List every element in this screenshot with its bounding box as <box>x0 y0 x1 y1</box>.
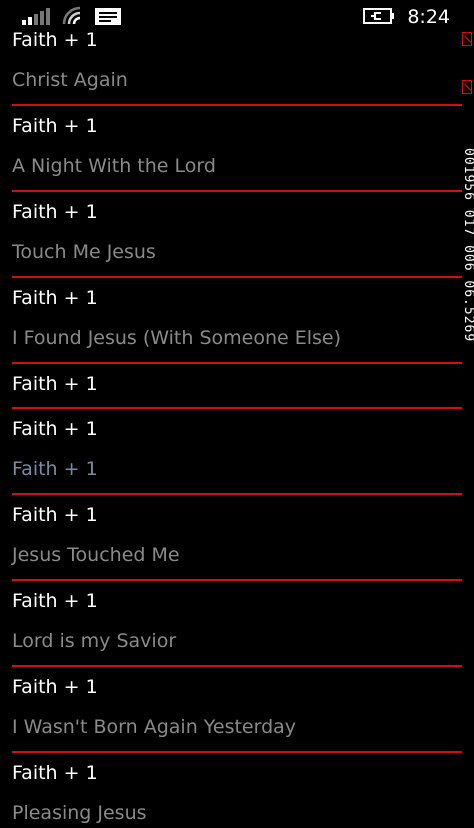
song-title: Touch Me Jesus <box>12 241 156 263</box>
song-title: Lord is my Savior <box>12 630 177 652</box>
song-artist: Faith + 1 <box>12 115 98 137</box>
song-artist: Faith + 1 <box>12 287 98 309</box>
separator <box>12 190 462 192</box>
song-artist: Faith + 1 <box>12 504 98 526</box>
song-title: I Found Jesus (With Someone Else) <box>12 327 342 349</box>
list-item[interactable]: Faith + 1 <box>0 369 462 399</box>
song-artist: Faith + 1 <box>12 418 98 440</box>
song-title: I Wasn't Born Again Yesterday <box>12 716 297 738</box>
song-title: Pleasing Jesus <box>12 802 147 824</box>
separator <box>12 751 462 753</box>
song-artist: Faith + 1 <box>12 201 98 223</box>
song-list[interactable]: Faith + 1 Christ Again Faith + 1 A Night Wi… <box>0 25 474 828</box>
song-title: A Night With the Lord <box>12 155 216 177</box>
separator <box>12 276 462 278</box>
list-item[interactable]: Faith + 1 I Found Jesus (With Someone Els… <box>0 283 462 353</box>
separator <box>12 579 462 581</box>
list-item[interactable]: Faith + 1 A Night With the Lord <box>0 111 462 181</box>
message-icon <box>95 8 121 25</box>
song-title: Faith + 1 <box>12 458 98 480</box>
song-artist: Faith + 1 <box>12 676 98 698</box>
list-item[interactable]: Faith + 1 Jesus Touched Me <box>0 500 462 570</box>
signal-bars-icon <box>22 8 50 25</box>
separator <box>12 407 462 409</box>
song-title: Christ Again <box>12 69 128 91</box>
song-artist: Faith + 1 <box>12 373 98 395</box>
separator <box>12 493 462 495</box>
song-artist: Faith + 1 <box>12 762 98 784</box>
separator <box>12 362 462 364</box>
wifi-icon <box>62 6 81 25</box>
separator <box>12 665 462 667</box>
battery-charging-icon <box>363 8 394 24</box>
song-artist: Faith + 1 <box>12 29 98 51</box>
list-item[interactable]: Faith + 1 Lord is my Savior <box>0 586 462 656</box>
list-item[interactable]: Faith + 1 I Wasn't Born Again Yesterday <box>0 672 462 742</box>
list-item[interactable]: Faith + 1 Touch Me Jesus <box>0 197 462 267</box>
song-title: Jesus Touched Me <box>12 544 180 566</box>
list-item[interactable]: Faith + 1 Faith + 1 <box>0 414 462 484</box>
song-artist: Faith + 1 <box>12 590 98 612</box>
list-item[interactable]: Faith + 1 Pleasing Jesus <box>0 758 462 828</box>
separator <box>12 104 462 106</box>
list-item[interactable]: Faith + 1 Christ Again <box>0 25 462 95</box>
